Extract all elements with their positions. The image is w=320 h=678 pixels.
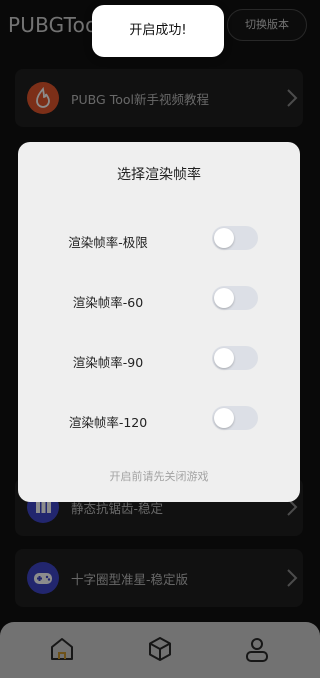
toggle-extreme[interactable] [212,226,258,250]
toggle-60[interactable] [212,286,258,310]
toggle-knob [214,408,234,428]
option-label-120: 渲染帧率-120 [68,415,148,430]
dialog-footer-note: 开启前请先关闭游戏 [109,470,209,483]
dialog-title: 选择渲染帧率 [117,167,201,183]
toggle-knob [214,348,234,368]
option-label-90: 渲染帧率-90 [72,355,144,370]
toggle-knob [214,228,234,248]
option-label-60: 渲染帧率-60 [72,295,144,310]
toggle-knob [214,288,234,308]
toggle-120[interactable] [212,406,258,430]
app-screen: PUBGTool 切换版本 PUBG Tool新手视频教程 静态抗锯齿-稳定 十… [0,0,320,678]
option-label-extreme: 渲染帧率-极限 [68,235,148,250]
toggle-90[interactable] [212,346,258,370]
frame-rate-dialog: 选择渲染帧率 渲染帧率-极限 渲染帧率-60 渲染帧率-90 渲染帧率-120 … [18,142,300,502]
toast-message: 开启成功! [92,5,224,57]
